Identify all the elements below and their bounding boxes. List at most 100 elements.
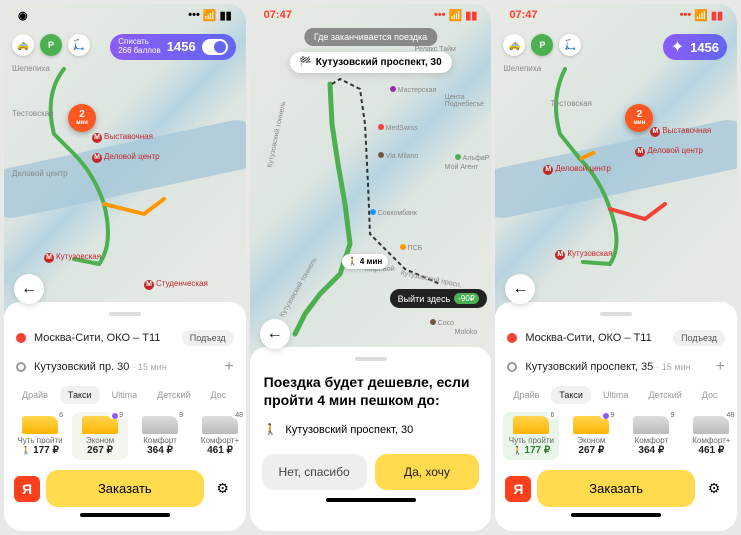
entrance-button[interactable]: Подъезд bbox=[182, 330, 234, 346]
car-icon bbox=[693, 416, 729, 434]
sheet-handle[interactable] bbox=[600, 312, 632, 316]
exit-here-chip[interactable]: Выйти здесь -90₽ bbox=[390, 289, 487, 308]
tariff-comfort-plus[interactable]: 48 Комфорт+ 461 ₽ bbox=[192, 412, 246, 460]
tab-kids[interactable]: Детский bbox=[640, 386, 689, 404]
sheet-handle[interactable] bbox=[109, 312, 141, 316]
entrance-button[interactable]: Подъезд bbox=[673, 330, 725, 346]
bottom-sheet: Москва-Сити, ОКО – Т11 Подъезд Кутузовск… bbox=[495, 302, 737, 531]
tariff-econom[interactable]: 9 Эконом 267 ₽ bbox=[563, 412, 619, 460]
settings-icon[interactable]: ⚙ bbox=[210, 480, 236, 497]
tariff-list[interactable]: 6 Чуть пройти 177 ₽ 9 Эконом 267 ₽ 9 Ком… bbox=[495, 408, 737, 464]
tab-ultima[interactable]: Ultima bbox=[104, 386, 146, 404]
bottom-sheet: Поездка будет дешевле, еслипройти 4 мин … bbox=[250, 347, 492, 531]
poi: Совкомбанк bbox=[370, 209, 417, 217]
status-icons: •••📶▮▮ bbox=[434, 9, 477, 22]
order-button[interactable]: Заказать bbox=[46, 470, 204, 507]
back-button[interactable]: ← bbox=[505, 274, 535, 304]
loyalty-chip[interactable]: ✦ 1456 bbox=[663, 34, 727, 60]
decision-buttons: Нет, спасибо Да, хочу bbox=[250, 446, 492, 494]
tariff-walk[interactable]: 6 Чуть пройти 177 ₽ bbox=[12, 412, 68, 460]
back-button[interactable]: ← bbox=[260, 319, 290, 349]
loyalty-toggle[interactable] bbox=[202, 39, 228, 55]
sheet-handle[interactable] bbox=[355, 357, 387, 361]
from-row[interactable]: Москва-Сити, ОКО – Т11 Подъезд bbox=[495, 324, 737, 352]
map[interactable]: 🚕 P 🛴 Списать 266 баллов 1456 2мин Шелеп… bbox=[4, 4, 246, 314]
yandex-logo-icon[interactable]: Я bbox=[505, 476, 531, 502]
poi: ПСБ bbox=[400, 244, 423, 252]
eta-badge: 2мин bbox=[68, 104, 96, 132]
tariff-comfort[interactable]: 9 Комфорт 364 ₽ bbox=[623, 412, 679, 460]
tab-ultima[interactable]: Ultima bbox=[595, 386, 637, 404]
status-bar: 07:47 •••📶▮▮ bbox=[250, 4, 492, 24]
destination-chip[interactable]: 🏁Кутузовский проспект, 30 bbox=[289, 52, 451, 73]
walk-icon: 🚶 bbox=[264, 423, 278, 436]
walk-icon bbox=[512, 445, 522, 456]
ride-type-icons: 🚕 P 🛴 bbox=[12, 34, 90, 56]
ride-type-icons: 🚕 P 🛴 bbox=[503, 34, 581, 56]
to-row[interactable]: Кутузовский проспект, 35 · 15 мин + bbox=[495, 352, 737, 382]
order-button[interactable]: Заказать bbox=[537, 470, 695, 507]
tariff-walk[interactable]: 6 Чуть пройти 177 ₽ bbox=[503, 412, 559, 460]
tariff-comfort[interactable]: 9 Комфорт 364 ₽ bbox=[132, 412, 188, 460]
loyalty-chip[interactable]: Списать 266 баллов 1456 bbox=[110, 34, 235, 60]
tab-more[interactable]: Дос bbox=[694, 386, 726, 404]
to-row[interactable]: Кутузовский пр. 30 · 15 мин + bbox=[4, 352, 246, 382]
savings-badge: -90₽ bbox=[454, 293, 479, 304]
tariff-comfort-plus[interactable]: 48 Комфорт+ 461 ₽ bbox=[683, 412, 737, 460]
accept-button[interactable]: Да, хочу bbox=[375, 454, 480, 490]
tariff-list[interactable]: 6 Чуть пройти 177 ₽ 9 Эконом 267 ₽ 9 Ком… bbox=[4, 408, 246, 464]
home-indicator[interactable] bbox=[326, 498, 416, 502]
scooter-icon[interactable]: 🛴 bbox=[559, 34, 581, 56]
scooter-icon[interactable]: 🛴 bbox=[68, 34, 90, 56]
from-row[interactable]: Москва-Сити, ОКО – Т11 Подъезд bbox=[4, 324, 246, 352]
status-bar: ◉ •••📶▮▮ bbox=[4, 4, 246, 24]
yandex-logo-icon[interactable]: Я bbox=[14, 476, 40, 502]
to-text: Кутузовский проспект, 35 · 15 мин bbox=[525, 361, 707, 373]
home-indicator[interactable] bbox=[80, 513, 170, 517]
loyalty-points: 1456 bbox=[690, 40, 719, 55]
decline-button[interactable]: Нет, спасибо bbox=[262, 454, 367, 490]
poi: Via Milano bbox=[378, 152, 419, 160]
tab-more[interactable]: Дос bbox=[202, 386, 234, 404]
bottom-sheet: Москва-Сити, ОКО – Т11 Подъезд Кутузовск… bbox=[4, 302, 246, 531]
metro-kutuzovskaya: Кутузовская bbox=[555, 249, 612, 260]
poi: Moloko bbox=[455, 329, 478, 336]
tab-taxi[interactable]: Такси bbox=[60, 386, 100, 404]
screen-order-walk-selected: 07:47 •••📶▮▮ 🚕 P 🛴 ✦ 1456 2мин Шелепиха … bbox=[495, 4, 737, 531]
tariff-econom[interactable]: 9 Эконом 267 ₽ bbox=[72, 412, 128, 460]
from-text: Москва-Сити, ОКО – Т11 bbox=[34, 332, 174, 344]
service-tabs: Драйв Такси Ultima Детский Дос bbox=[495, 382, 737, 408]
prompt-chip: Где заканчивается поездка bbox=[304, 28, 437, 46]
loyalty-points: 1456 bbox=[167, 39, 196, 54]
car-icon[interactable]: 🚕 bbox=[12, 34, 34, 56]
p-icon[interactable]: P bbox=[40, 34, 62, 56]
to-text: Кутузовский пр. 30 · 15 мин bbox=[34, 361, 216, 373]
home-indicator[interactable] bbox=[571, 513, 661, 517]
add-stop-button[interactable]: + bbox=[224, 358, 233, 376]
tab-taxi[interactable]: Такси bbox=[551, 386, 591, 404]
poi: Мой Агент bbox=[445, 164, 479, 171]
tariff-badge: 9 bbox=[600, 412, 617, 419]
p-icon[interactable]: P bbox=[531, 34, 553, 56]
offer-destination: 🚶 Кутузовский проспект, 30 bbox=[250, 413, 492, 446]
status-time: 07:47 bbox=[509, 9, 537, 21]
flags-icon: 🏁 bbox=[299, 57, 311, 68]
settings-icon[interactable]: ⚙ bbox=[701, 480, 727, 497]
to-dot-icon bbox=[16, 362, 26, 372]
from-text: Москва-Сити, ОКО – Т11 bbox=[525, 332, 665, 344]
tab-drive[interactable]: Драйв bbox=[14, 386, 56, 404]
tariff-badge: 9 bbox=[109, 412, 126, 419]
back-button[interactable]: ← bbox=[14, 274, 44, 304]
tariff-badge: 6 bbox=[56, 412, 66, 419]
tab-kids[interactable]: Детский bbox=[149, 386, 198, 404]
metro-delovoy: Деловой центр bbox=[92, 152, 160, 163]
rec-icon: ◉ bbox=[18, 9, 28, 22]
car-icon[interactable]: 🚕 bbox=[503, 34, 525, 56]
offer-title: Поездка будет дешевле, еслипройти 4 мин … bbox=[250, 369, 492, 413]
add-stop-button[interactable]: + bbox=[716, 358, 725, 376]
eta-badge: 2мин bbox=[625, 104, 653, 132]
status-icons: •••📶▮▮ bbox=[188, 9, 231, 22]
map[interactable]: Где заканчивается поездка 🏁Кутузовский п… bbox=[250, 4, 492, 359]
tab-drive[interactable]: Драйв bbox=[505, 386, 547, 404]
map[interactable]: 🚕 P 🛴 ✦ 1456 2мин Шелепиха Тестовская Вы… bbox=[495, 4, 737, 314]
